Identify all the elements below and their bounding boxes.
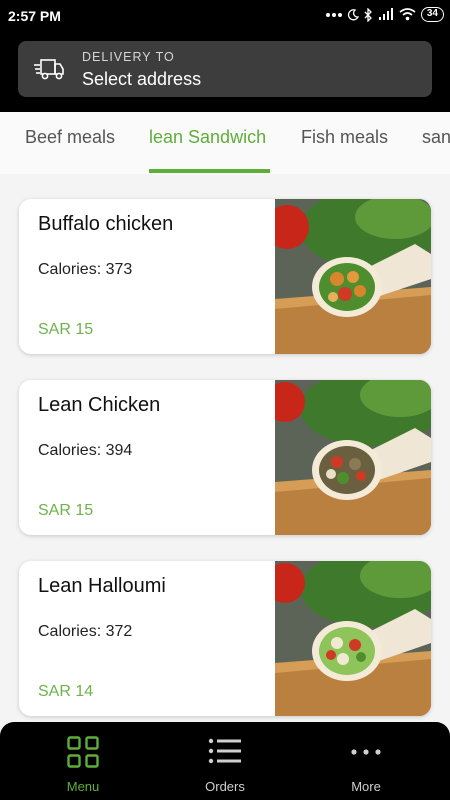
battery-indicator: 34 <box>420 7 444 22</box>
signal-icon <box>378 8 393 20</box>
meal-card[interactable]: Buffalo chicken Calories: 373 SAR 15 <box>19 199 431 354</box>
meal-name: Lean Halloumi <box>38 575 166 597</box>
delivery-label: DELIVERY TO <box>82 50 175 64</box>
status-icons: 34 <box>325 7 444 22</box>
meal-calories: Calories: 372 <box>38 623 133 640</box>
meal-image <box>275 561 431 716</box>
status-time: 2:57 PM <box>8 8 61 24</box>
active-tab-indicator <box>149 169 270 173</box>
nav-menu[interactable]: Menu <box>38 736 128 794</box>
delivery-truck-icon <box>34 59 64 80</box>
meal-name: Lean Chicken <box>38 394 161 416</box>
tab-beef-meals[interactable]: Beef meals <box>25 127 115 148</box>
tab-fish-meals[interactable]: Fish meals <box>301 127 388 148</box>
bluetooth-icon <box>364 7 372 22</box>
bottom-navigation: Menu Orders More <box>0 722 450 800</box>
meal-price: SAR 15 <box>38 502 94 519</box>
nav-more-label: More <box>351 779 381 794</box>
meal-card[interactable]: Lean Halloumi Calories: 372 SAR 14 <box>19 561 431 716</box>
list-icon <box>208 738 241 764</box>
category-tabs: Beef meals lean Sandwich Fish meals sand… <box>0 112 450 174</box>
notification-dots-icon <box>325 12 342 17</box>
nav-menu-label: Menu <box>66 779 100 794</box>
tab-lean-sandwich[interactable]: lean Sandwich <box>149 127 266 148</box>
meal-name: Buffalo chicken <box>38 213 174 235</box>
status-bar: 2:57 PM 34 <box>0 0 450 34</box>
more-dots-icon <box>351 749 381 755</box>
tab-sandwiches[interactable]: sandwiches <box>422 127 450 148</box>
meal-image <box>275 380 431 535</box>
meal-calories: Calories: 373 <box>38 261 133 278</box>
delivery-address-button[interactable]: DELIVERY TO Select address <box>18 41 432 97</box>
meal-image <box>275 199 431 354</box>
app-header: 2:57 PM 34 DELIVERY TO Select address <box>0 0 450 112</box>
nav-more[interactable]: More <box>321 736 411 794</box>
meal-card[interactable]: Lean Chicken Calories: 394 SAR 15 <box>19 380 431 535</box>
delivery-address: Select address <box>82 69 202 89</box>
nav-orders-label: Orders <box>205 779 245 794</box>
moon-icon <box>347 8 359 20</box>
nav-orders[interactable]: Orders <box>180 736 270 794</box>
wifi-icon <box>399 8 416 21</box>
meal-price: SAR 14 <box>38 683 94 700</box>
meal-calories: Calories: 394 <box>38 442 133 459</box>
meal-price: SAR 15 <box>38 321 94 338</box>
grid-icon <box>67 736 99 768</box>
